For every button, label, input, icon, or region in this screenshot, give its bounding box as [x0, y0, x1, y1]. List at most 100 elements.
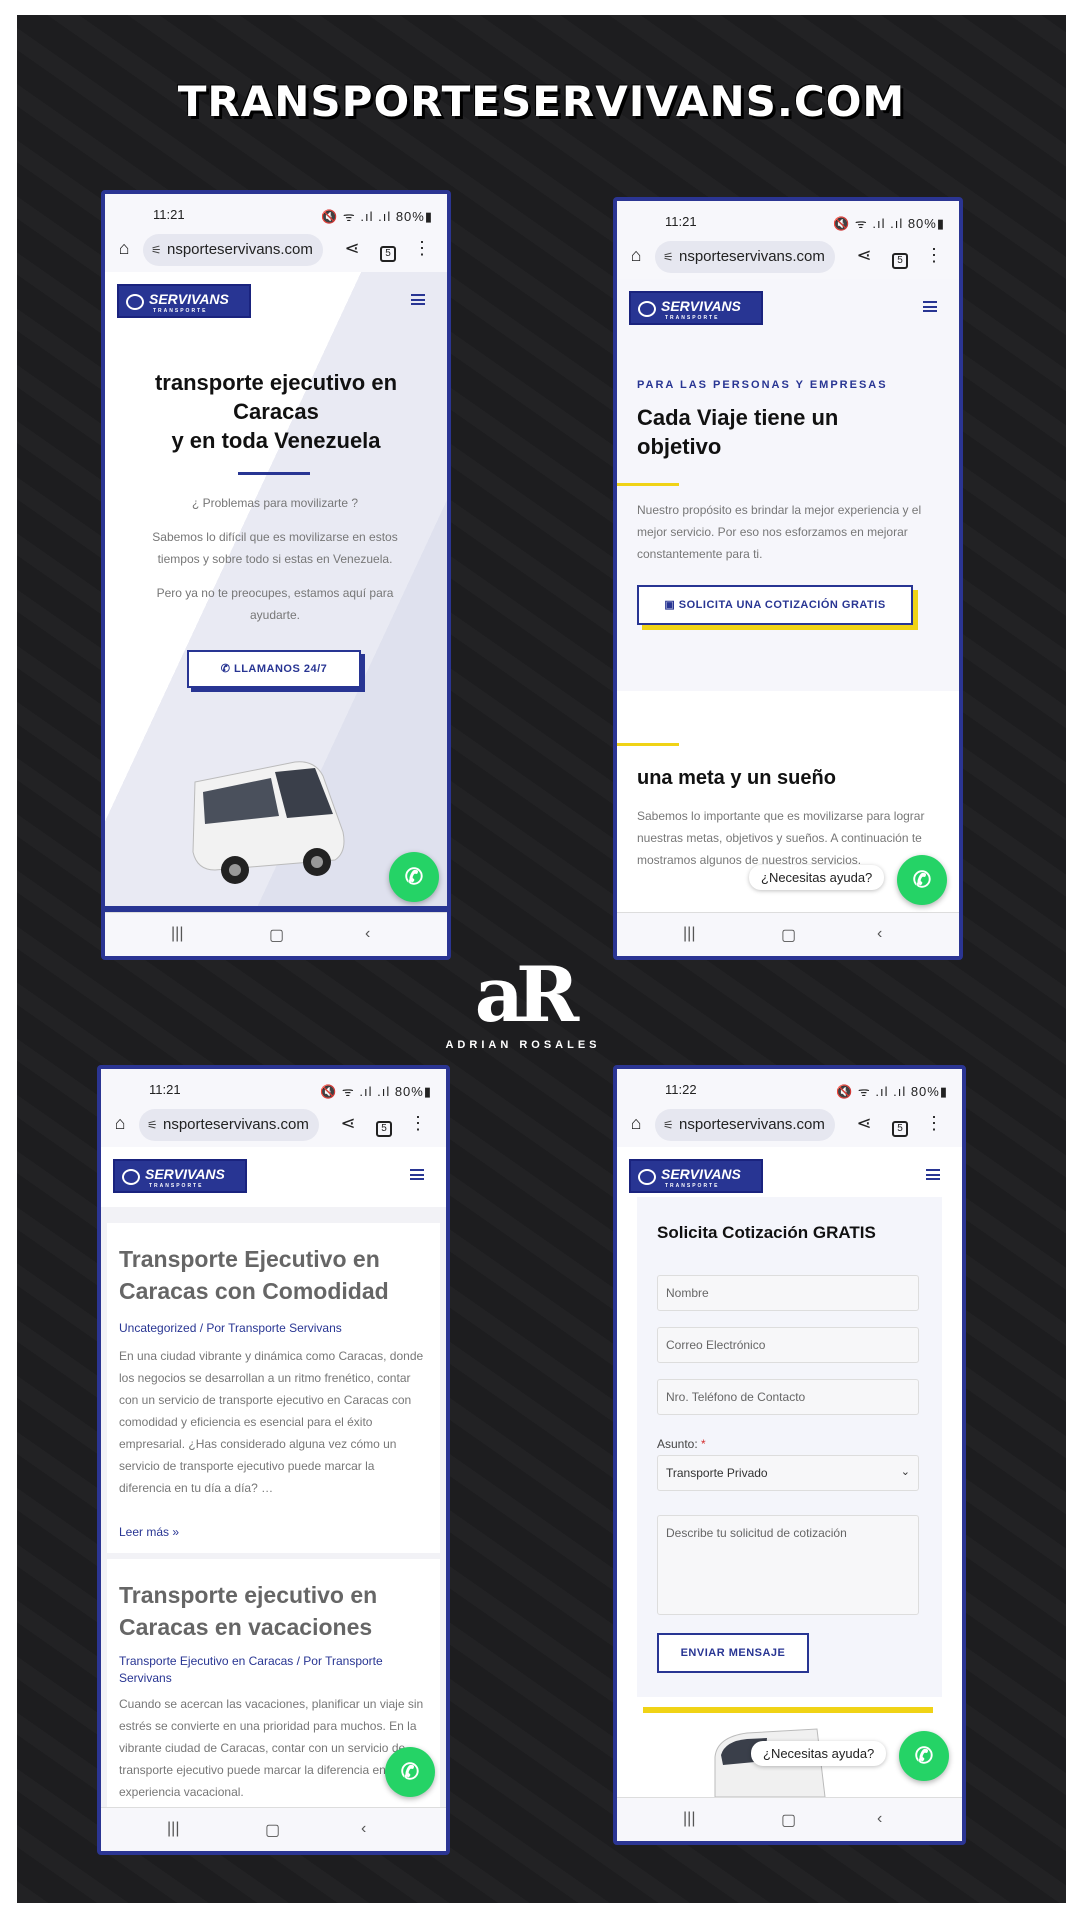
status-bar: 11:21 🔇 ᯤ .ıl .ıl 80%▮	[105, 194, 447, 228]
more-menu-icon[interactable]: ⋮	[407, 1113, 429, 1134]
more-menu-icon[interactable]: ⋮	[411, 238, 433, 259]
tabs-button[interactable]: 5	[377, 240, 399, 262]
url-field[interactable]: ⚟ nsporteservivans.com	[139, 1109, 319, 1141]
subject-select[interactable]: Transporte Privado ⌄	[657, 1455, 919, 1491]
android-nav-bar: ||| ▢ ‹	[101, 1807, 446, 1851]
status-icons: 🔇 ᯤ .ıl .ıl 80%▮	[321, 209, 433, 224]
whatsapp-button[interactable]: ✆	[897, 855, 947, 905]
menu-icon[interactable]	[411, 294, 425, 305]
home-nav-icon[interactable]: ▢	[269, 925, 284, 945]
site-settings-icon[interactable]: ⚟	[151, 234, 162, 266]
post-meta[interactable]: Transporte Ejecutivo en Caracas / Por Tr…	[119, 1653, 419, 1687]
whatsapp-button[interactable]: ✆	[899, 1731, 949, 1781]
email-field[interactable]: Correo Electrónico	[657, 1327, 919, 1363]
section-text: Nuestro propósito es brindar la mejor ex…	[637, 503, 922, 561]
post-meta[interactable]: Uncategorized / Por Transporte Servivans	[119, 1321, 342, 1335]
back-icon[interactable]: ‹	[877, 925, 882, 943]
call-button[interactable]: ✆ LLAMANOS 24/7	[187, 650, 361, 688]
submit-button[interactable]: ENVIAR MENSAJE	[657, 1633, 809, 1673]
url-text: nsporteservivans.com	[167, 241, 313, 258]
site-logo[interactable]: SERVIVANS TRANSPORTE	[117, 284, 251, 318]
hero-question: ¿ Problemas para movilizarte ?	[191, 496, 359, 510]
section-title: Cada Viaje tiene un objetivo	[637, 405, 839, 459]
tabs-button[interactable]: 5	[889, 1115, 911, 1137]
more-menu-icon[interactable]: ⋮	[923, 1113, 945, 1134]
share-icon[interactable]: ⋖	[853, 245, 875, 266]
status-time: 11:21	[153, 207, 185, 222]
read-more-link[interactable]: Leer más »	[119, 1525, 179, 1539]
share-icon[interactable]: ⋖	[853, 1113, 875, 1134]
tabs-button[interactable]: 5	[373, 1115, 395, 1137]
help-tooltip[interactable]: ¿Necesitas ayuda?	[749, 865, 885, 890]
author-logo: aR ADRIAN ROSALES	[445, 955, 596, 1052]
hero-paragraph-2: Pero ya no te preocupes, estamos aquí pa…	[156, 586, 394, 622]
whatsapp-button[interactable]: ✆	[385, 1747, 435, 1797]
android-nav-bar: ||| ▢ ‹	[617, 1797, 962, 1841]
site-logo[interactable]: SERVIVANS TRANSPORTE	[629, 291, 763, 325]
recents-icon[interactable]: |||	[683, 925, 695, 943]
section-2-text: Sabemos lo importante que es movilizarse…	[637, 809, 925, 867]
whatsapp-button[interactable]: ✆	[389, 852, 439, 902]
menu-icon[interactable]	[410, 1169, 424, 1180]
more-menu-icon[interactable]: ⋮	[923, 245, 945, 266]
site-logo[interactable]: SERVIVANS TRANSPORTE	[629, 1159, 763, 1193]
share-icon[interactable]: ⋖	[337, 1113, 359, 1134]
required-mark: *	[701, 1437, 706, 1451]
site-settings-icon[interactable]: ⚟	[663, 241, 674, 273]
browser-bar: ⌂ ⚟ nsporteservivans.com ⋖ 5 ⋮	[617, 235, 959, 279]
menu-icon[interactable]	[923, 301, 937, 312]
home-nav-icon[interactable]: ▢	[781, 1810, 796, 1830]
site-logo[interactable]: SERVIVANS TRANSPORTE	[113, 1159, 247, 1193]
url-field[interactable]: ⚟ nsporteservivans.com	[655, 241, 835, 273]
author-name: ADRIAN ROSALES	[445, 1039, 601, 1051]
back-icon[interactable]: ‹	[361, 1820, 366, 1838]
section-2-title: una meta y un sueño	[637, 767, 836, 789]
subject-label: Asunto: *	[657, 1437, 706, 1451]
url-field[interactable]: ⚟ nsporteservivans.com	[655, 1109, 835, 1141]
url-field[interactable]: ⚟ nsporteservivans.com	[143, 234, 323, 266]
post-title[interactable]: Transporte ejecutivo en Caracas en vacac…	[119, 1579, 419, 1643]
url-text: nsporteservivans.com	[679, 1116, 825, 1133]
calendar-icon: ▣	[664, 599, 679, 611]
browser-bar: ⌂ ⚟ nsporteservivans.com ⋖ 5 ⋮	[101, 1103, 446, 1147]
quote-form: Solicita Cotización GRATIS Nombre Correo…	[637, 1197, 942, 1697]
recents-icon[interactable]: |||	[683, 1810, 695, 1828]
phone-hero: 11:21 🔇 ᯤ .ıl .ıl 80%▮ ⌂ ⚟ nsporteserviv…	[101, 190, 451, 960]
home-icon[interactable]: ⌂	[625, 1113, 647, 1134]
post-title[interactable]: Transporte Ejecutivo en Caracas con Como…	[119, 1243, 419, 1307]
showcase-canvas: TRANSPORTESERVIVANS.COM 11:21 🔇 ᯤ .ıl .ı…	[17, 15, 1066, 1903]
phone-blog: 11:21 🔇 ᯤ .ıl .ıl 80%▮ ⌂ ⚟ nsporteserviv…	[97, 1065, 450, 1855]
url-text: nsporteservivans.com	[163, 1116, 309, 1133]
menu-icon[interactable]	[926, 1169, 940, 1180]
site-viewport: SERVIVANS TRANSPORTE Transporte Ejecutivo…	[101, 1147, 446, 1807]
post-excerpt: En una ciudad vibrante y dinámica como C…	[119, 1349, 424, 1495]
message-textarea[interactable]: Describe tu solicitud de cotización	[657, 1515, 919, 1615]
status-bar: 11:21 🔇 ᯤ .ıl .ıl 80%▮	[617, 201, 959, 235]
back-icon[interactable]: ‹	[877, 1810, 882, 1828]
back-icon[interactable]: ‹	[365, 925, 370, 943]
home-icon[interactable]: ⌂	[113, 238, 135, 259]
name-field[interactable]: Nombre	[657, 1275, 919, 1311]
help-tooltip[interactable]: ¿Necesitas ayuda?	[751, 1741, 887, 1766]
hero-title: transporte ejecutivo en Caracas y en tod…	[154, 370, 398, 453]
tabs-button[interactable]: 5	[889, 247, 911, 269]
quote-button[interactable]: ▣ SOLICITA UNA COTIZACIÓN GRATIS	[637, 585, 913, 625]
site-settings-icon[interactable]: ⚟	[147, 1109, 158, 1141]
home-icon[interactable]: ⌂	[625, 245, 647, 266]
phone-field[interactable]: Nro. Teléfono de Contacto	[657, 1379, 919, 1415]
status-bar: 11:21 🔇 ᯤ .ıl .ıl 80%▮	[101, 1069, 446, 1103]
browser-bar: ⌂ ⚟ nsporteservivans.com ⋖ 5 ⋮	[105, 228, 447, 272]
share-icon[interactable]: ⋖	[341, 238, 363, 259]
url-text: nsporteservivans.com	[679, 248, 825, 265]
status-time: 11:21	[665, 214, 697, 229]
home-nav-icon[interactable]: ▢	[265, 1820, 280, 1840]
post-card: Transporte Ejecutivo en Caracas con Como…	[107, 1223, 440, 1553]
site-settings-icon[interactable]: ⚟	[663, 1109, 674, 1141]
section-eyebrow: PARA LAS PERSONAS Y EMPRESAS	[637, 379, 888, 391]
recents-icon[interactable]: |||	[167, 1820, 179, 1838]
home-icon[interactable]: ⌂	[109, 1113, 131, 1134]
title-divider	[238, 472, 310, 475]
recents-icon[interactable]: |||	[171, 925, 183, 943]
status-icons: 🔇 ᯤ .ıl .ıl 80%▮	[833, 216, 945, 231]
home-nav-icon[interactable]: ▢	[781, 925, 796, 945]
